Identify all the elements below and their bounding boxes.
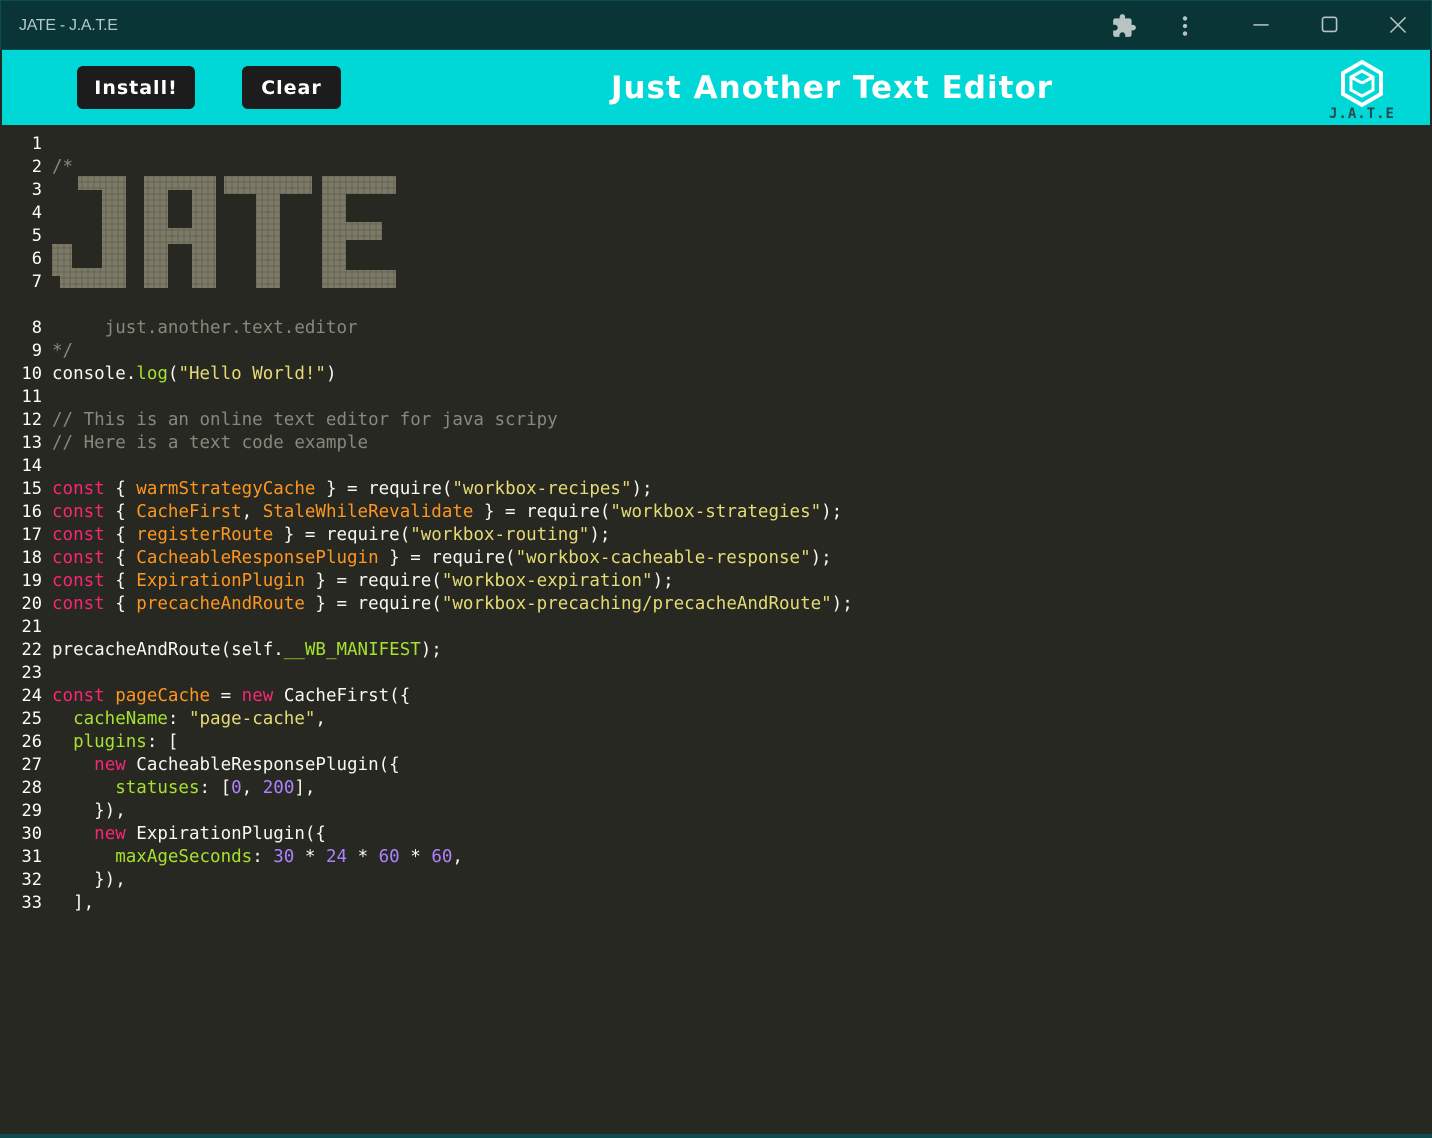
line-number: 2	[31, 157, 42, 177]
line-number: 29	[21, 801, 42, 821]
line-number: 6	[31, 249, 42, 269]
code-line[interactable]: cacheName: "page-cache",	[52, 708, 326, 731]
line-number: 8	[31, 318, 42, 338]
minimize-icon[interactable]	[1248, 13, 1274, 39]
code-line[interactable]: */	[52, 340, 73, 363]
window-title: JATE - J.A.T.E	[19, 17, 118, 34]
line-number: 23	[21, 663, 42, 683]
line-number: 31	[21, 847, 42, 867]
line-number: 24	[21, 686, 42, 706]
line-number: 32	[21, 870, 42, 890]
code-line[interactable]: const { precacheAndRoute } = require("wo…	[52, 593, 853, 616]
line-number: 15	[21, 479, 42, 499]
code-line[interactable]: const { warmStrategyCache } = require("w…	[52, 478, 653, 501]
code-line[interactable]: const { CacheableResponsePlugin } = requ…	[52, 547, 832, 570]
install-button[interactable]: Install!	[77, 66, 195, 109]
line-number: 30	[21, 824, 42, 844]
code-line[interactable]: plugins: [	[52, 731, 178, 754]
line-number: 3	[31, 180, 42, 200]
line-number: 13	[21, 433, 42, 453]
code-line[interactable]: }),	[52, 800, 126, 823]
line-number: 10	[21, 364, 42, 384]
code-line[interactable]: const pageCache = new CacheFirst({	[52, 685, 410, 708]
line-number: 14	[21, 456, 42, 476]
clear-button[interactable]: Clear	[242, 66, 341, 109]
code-line[interactable]: }),	[52, 869, 126, 892]
line-number: 12	[21, 410, 42, 430]
line-number: 22	[21, 640, 42, 660]
line-number: 9	[31, 341, 42, 361]
code-line[interactable]: const { registerRoute } = require("workb…	[52, 524, 610, 547]
line-number: 19	[21, 571, 42, 591]
window-title-bar: JATE - J.A.T.E	[0, 0, 1432, 50]
line-number: 1	[31, 134, 42, 154]
line-number: 4	[31, 203, 42, 223]
line-number: 21	[21, 617, 42, 637]
code-line[interactable]: console.log("Hello World!")	[52, 363, 337, 386]
maximize-icon[interactable]	[1316, 13, 1342, 39]
code-line[interactable]: ],	[52, 892, 94, 915]
code-line[interactable]: precacheAndRoute(self.__WB_MANIFEST);	[52, 639, 442, 662]
code-line[interactable]: new CacheableResponsePlugin({	[52, 754, 400, 777]
code-line[interactable]: const { ExpirationPlugin } = require("wo…	[52, 570, 674, 593]
app-title: Just Another Text Editor	[610, 70, 1054, 106]
line-number: 17	[21, 525, 42, 545]
code-line[interactable]: new ExpirationPlugin({	[52, 823, 326, 846]
close-icon[interactable]	[1385, 13, 1411, 39]
line-number: 33	[21, 893, 42, 913]
code-line[interactable]: maxAgeSeconds: 30 * 24 * 60 * 60,	[52, 846, 463, 869]
line-number: 27	[21, 755, 42, 775]
extensions-icon[interactable]	[1111, 13, 1137, 39]
code-line[interactable]: const { CacheFirst, StaleWhileRevalidate…	[52, 501, 842, 524]
logo-text: J.A.T.E	[1328, 106, 1395, 122]
jate-ascii-banner	[52, 176, 396, 288]
code-line[interactable]: just.another.text.editor	[52, 317, 358, 340]
logo-icon	[1341, 59, 1383, 108]
line-number: 25	[21, 709, 42, 729]
code-line[interactable]: /*	[52, 156, 73, 179]
line-number: 7	[31, 272, 42, 292]
code-line[interactable]: // Here is a text code example	[52, 432, 368, 455]
line-number: 5	[31, 226, 42, 246]
jate-logo: J.A.T.E	[1327, 58, 1397, 122]
line-number: 26	[21, 732, 42, 752]
code-line[interactable]: statuses: [0, 200],	[52, 777, 315, 800]
line-number: 11	[21, 387, 42, 407]
code-editor[interactable]: 1 2 3 4 5 6 7 8 9 10 11 12 13 14 15 16 17 18 19 20 21 22 23 24 2…	[2, 125, 1430, 1136]
menu-icon[interactable]	[1172, 13, 1198, 39]
line-number: 20	[21, 594, 42, 614]
line-number: 16	[21, 502, 42, 522]
window-bottom-edge	[0, 1134, 1432, 1138]
app-header: Install! Clear Just Another Text Editor …	[2, 50, 1430, 125]
code-line[interactable]: // This is an online text editor for jav…	[52, 409, 558, 432]
line-number: 28	[21, 778, 42, 798]
line-number: 18	[21, 548, 42, 568]
